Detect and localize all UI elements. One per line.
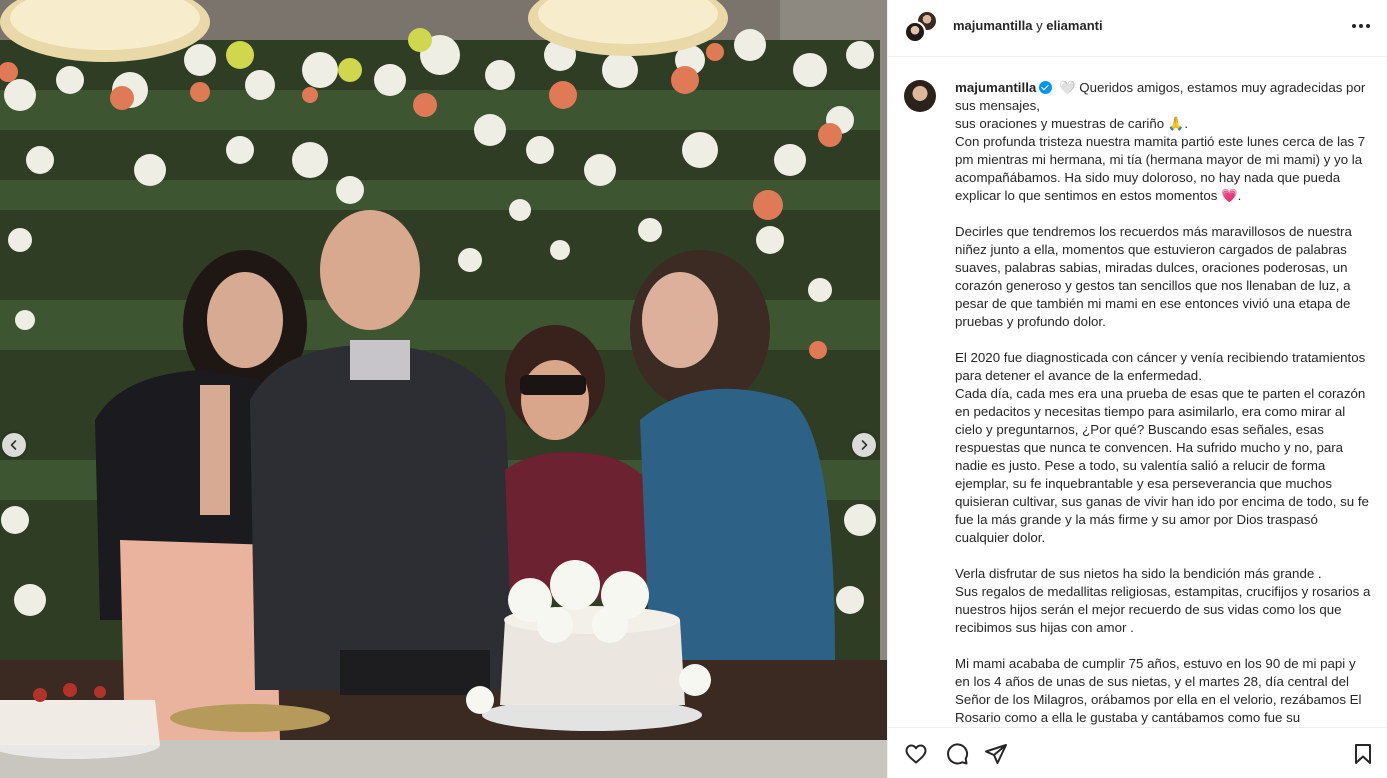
post-header: majumantilla y eliamanti (888, 0, 1387, 57)
caption-line-end: . (1184, 116, 1189, 131)
comment-bubble-icon (947, 743, 969, 765)
caption-paragraph: Sus regalos de medallitas religiosas, es… (955, 584, 1371, 635)
avatar[interactable] (904, 21, 926, 43)
coauthor-username-link[interactable]: eliamanti (1046, 18, 1102, 33)
caption-paragraph-end: . (1237, 188, 1242, 203)
comment-button[interactable] (945, 742, 971, 768)
post-authors: majumantilla y eliamanti (953, 17, 1103, 35)
heart-icon (905, 744, 927, 764)
caption-paragraph: Mi mami acababa de cumplir 75 años, estu… (955, 656, 1362, 725)
caption-paragraph-text: Con profunda tristeza nuestra mamita par… (955, 134, 1366, 203)
post-action-bar (888, 727, 1387, 778)
carousel-next-button[interactable] (852, 433, 876, 457)
paper-plane-icon (985, 744, 1007, 764)
family-photo-image (0, 0, 887, 778)
like-button[interactable] (904, 742, 930, 768)
save-button[interactable] (1351, 742, 1377, 768)
author-username-link[interactable]: majumantilla (953, 18, 1032, 33)
caption-paragraph: Decirles que tendremos los recuerdos más… (955, 224, 1352, 329)
verified-badge-icon (1039, 81, 1053, 94)
carousel-prev-button[interactable] (2, 433, 26, 457)
caption-line: sus oraciones y muestras de cariño 🙏. (955, 115, 1373, 133)
post-photo[interactable] (0, 0, 887, 778)
caption-username-link[interactable]: majumantilla (955, 80, 1036, 95)
chevron-left-icon (10, 440, 17, 450)
white-heart-emoji: 🤍 (1058, 80, 1076, 95)
pink-heart-emoji: 💗 (1221, 188, 1238, 203)
collab-avatars[interactable] (904, 10, 938, 44)
post-side-panel: majumantilla y eliamanti majumantilla 🤍 … (887, 0, 1387, 778)
caption-paragraph: Verla disfrutar de sus nietos ha sido la… (955, 566, 1322, 581)
chevron-right-icon (861, 440, 868, 450)
caption-scroll-area[interactable]: majumantilla 🤍 Queridos amigos, estamos … (888, 57, 1387, 727)
caption-paragraph: El 2020 fue diagnosticada con cáncer y v… (955, 350, 1366, 383)
author-joiner: y (1036, 18, 1043, 33)
caption-intro: majumantilla 🤍 Queridos amigos, estamos … (955, 79, 1373, 115)
caption-paragraph: Cada día, cada mes era una prueba de esa… (955, 386, 1369, 545)
bookmark-icon (1355, 744, 1371, 764)
caption-paragraph: Con profunda tristeza nuestra mamita par… (955, 133, 1373, 205)
more-horizontal-icon (1352, 24, 1370, 28)
caption-line-text: sus oraciones y muestras de cariño (955, 116, 1165, 131)
more-options-button[interactable] (1346, 14, 1376, 38)
share-button[interactable] (984, 742, 1010, 768)
post-caption: majumantilla 🤍 Queridos amigos, estamos … (955, 79, 1373, 727)
avatar[interactable] (904, 80, 936, 112)
pray-emoji: 🙏 (1167, 116, 1185, 131)
